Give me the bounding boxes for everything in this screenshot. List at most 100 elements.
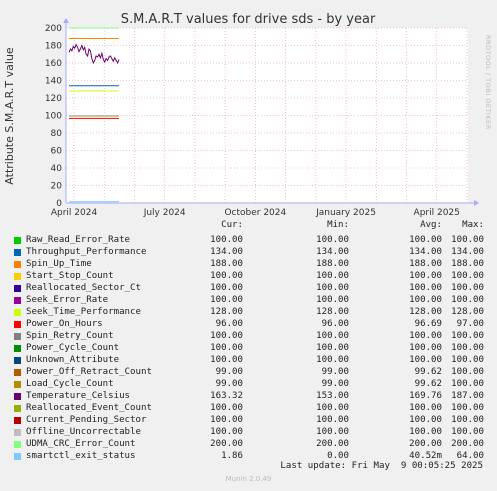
legend-label: Temperature_Celsius <box>26 391 131 401</box>
y-tick-label: 60 <box>51 147 63 157</box>
legend-row: Reallocated_Event_Count 100.00 100.00 100.0… <box>0 403 497 415</box>
legend-cur: 128.00 <box>210 307 243 317</box>
legend-row: Temperature_Celsius 163.32 153.00 169.76 187… <box>0 391 497 403</box>
legend-max: 187.00 <box>451 391 484 401</box>
legend-cur: 134.00 <box>210 247 243 257</box>
legend-label: smartctl_exit_status <box>26 451 136 461</box>
legend-swatch <box>14 381 21 388</box>
legend-min: 99.00 <box>321 367 349 377</box>
legend-label: Spin_Retry_Count <box>26 331 114 341</box>
legend-max: 188.00 <box>451 259 484 269</box>
y-tick-label: 80 <box>51 129 63 139</box>
legend-label: UDMA_CRC_Error_Count <box>26 439 136 449</box>
legend-row: Reallocated_Sector_Ct 100.00 100.00 100.00 1… <box>0 283 497 295</box>
legend-swatch <box>14 249 21 256</box>
x-tick-label: April 2025 <box>414 208 460 218</box>
legend-row: Seek_Error_Rate 100.00 100.00 100.00 100.00 <box>0 295 497 307</box>
legend-max: 100.00 <box>451 343 484 353</box>
legend-label: Reallocated_Sector_Ct <box>26 283 141 293</box>
legend-swatch <box>14 417 21 424</box>
legend-min: 134.00 <box>316 247 349 257</box>
legend-max: 100.00 <box>451 403 484 413</box>
legend-swatch <box>14 237 21 244</box>
legend-max: 97.00 <box>456 319 484 329</box>
legend-cur: 163.32 <box>210 391 243 401</box>
legend-swatch <box>14 333 21 340</box>
legend-min: 153.00 <box>316 391 349 401</box>
legend-max: 200.00 <box>451 439 484 449</box>
legend-cur: 100.00 <box>210 355 243 365</box>
legend-max: 100.00 <box>451 331 484 341</box>
legend-swatch <box>14 345 21 352</box>
legend-cur: 100.00 <box>210 427 243 437</box>
legend-label: Seek_Error_Rate <box>26 295 109 305</box>
legend-row: Power_Cycle_Count 100.00 100.00 100.00 100.0… <box>0 343 497 355</box>
legend-label: Raw_Read_Error_Rate <box>26 235 131 245</box>
y-tick-label: 160 <box>45 59 62 69</box>
legend-row: Load_Cycle_Count 99.00 99.00 99.62 100.00 <box>0 379 497 391</box>
legend-cur: 200.00 <box>210 439 243 449</box>
legend-max: 100.00 <box>451 235 484 245</box>
legend-max: 100.00 <box>451 379 484 389</box>
legend-row: Spin_Up_Time 188.00 188.00 188.00 188.00 <box>0 259 497 271</box>
y-tick-label: 200 <box>45 24 62 34</box>
legend-swatch <box>14 321 21 328</box>
legend-cur: 1.86 <box>221 451 243 461</box>
legend-min: 100.00 <box>316 235 349 245</box>
legend-min: 100.00 <box>316 331 349 341</box>
legend-min: 100.00 <box>316 355 349 365</box>
chart: 020406080100120140160180200April 2024 Jul… <box>0 0 497 220</box>
legend-min: 128.00 <box>316 307 349 317</box>
y-tick-label: 100 <box>45 112 62 122</box>
legend-cur: 100.00 <box>210 283 243 293</box>
legend-max: 100.00 <box>451 355 484 365</box>
legend-min: 99.00 <box>321 379 349 389</box>
rrdtool-credit: RRDTOOL / TOBI OETIKER <box>484 35 492 130</box>
legend-row: Offline_Uncorrectable 100.00 100.00 100.00 1… <box>0 427 497 439</box>
legend-min: 200.00 <box>316 439 349 449</box>
legend-label: Power_Cycle_Count <box>26 343 120 353</box>
legend-swatch <box>14 357 21 364</box>
legend-swatch <box>14 285 21 292</box>
legend-row: Spin_Retry_Count 100.00 100.00 100.00 100.00 <box>0 331 497 343</box>
legend-label: Spin_Up_Time <box>26 259 92 269</box>
legend-min: 100.00 <box>316 271 349 281</box>
x-tick-label: July 2024 <box>143 208 186 218</box>
legend-swatch <box>14 405 21 412</box>
y-tick-label: 180 <box>45 42 62 52</box>
legend-cur: 100.00 <box>210 415 243 425</box>
legend-min: 100.00 <box>316 415 349 425</box>
legend-row: UDMA_CRC_Error_Count 200.00 200.00 200.00 20… <box>0 439 497 451</box>
legend-cur: 100.00 <box>210 235 243 245</box>
legend-cur: 99.00 <box>215 379 243 389</box>
legend-label: Start_Stop_Count <box>26 271 114 281</box>
legend-swatch <box>14 393 21 400</box>
legend-cur: 100.00 <box>210 343 243 353</box>
munin-version: Munin 2.0.49 <box>225 475 272 483</box>
last-update: Last update: Fri May 9 00:05:25 2025 <box>280 461 483 471</box>
legend-swatch <box>14 429 21 436</box>
legend-label: Reallocated_Event_Count <box>26 403 152 413</box>
x-tick-label: October 2024 <box>224 208 286 218</box>
legend-min: 0.00 <box>327 451 349 461</box>
legend-max: 100.00 <box>451 271 484 281</box>
legend-min: 100.00 <box>316 283 349 293</box>
header-cur: Cur: <box>221 220 243 230</box>
legend-cur: 188.00 <box>210 259 243 269</box>
x-tick-label: April 2024 <box>51 208 98 218</box>
y-axis-label: Attribute S.M.A.R.T value <box>3 47 16 185</box>
legend-swatch <box>14 369 21 376</box>
legend-label: Power_Off_Retract_Count <box>26 367 152 377</box>
legend-label: Power_On_Hours <box>26 319 103 329</box>
legend-label: Seek_Time_Performance <box>26 307 141 317</box>
legend-max: 100.00 <box>451 283 484 293</box>
y-tick-label: 140 <box>45 77 62 87</box>
legend-header: Cur: Min: Avg: Max: <box>0 220 497 232</box>
legend-cur: 99.00 <box>215 367 243 377</box>
legend-row: Power_Off_Retract_Count 99.00 99.00 99.62 10… <box>0 367 497 379</box>
chart-title: S.M.A.R.T values for drive sds - by year <box>121 12 376 27</box>
legend-row: Start_Stop_Count 100.00 100.00 100.00 100.00 <box>0 271 497 283</box>
legend-min: 100.00 <box>316 295 349 305</box>
legend-min: 100.00 <box>316 427 349 437</box>
legend-max: 64.00 <box>456 451 484 461</box>
